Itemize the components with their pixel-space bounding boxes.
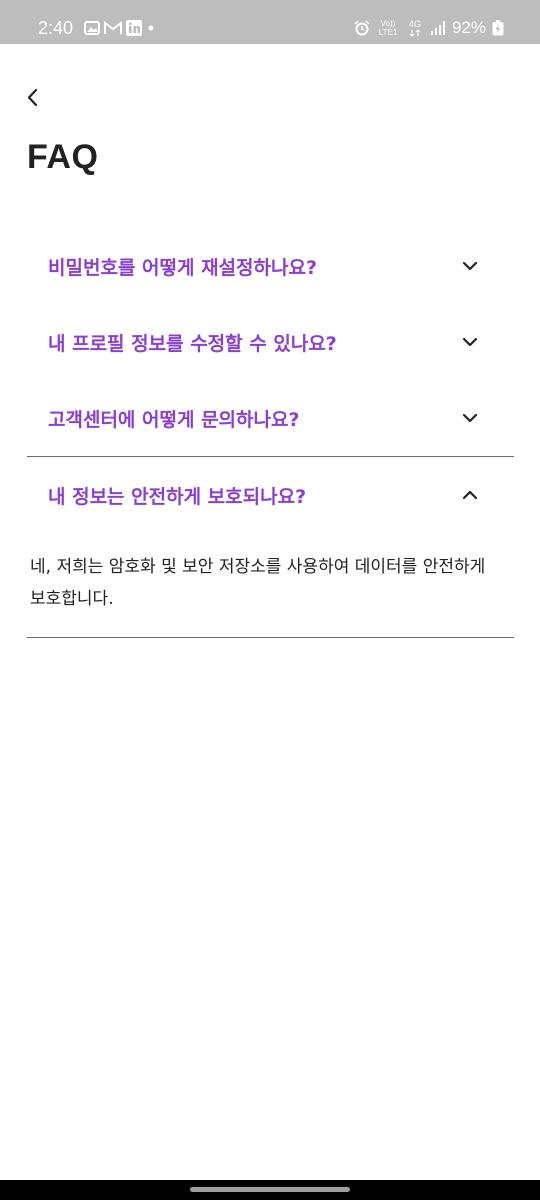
- volte-icon: Vo)) LTE1: [379, 19, 398, 37]
- lte-text: LTE1: [379, 28, 398, 37]
- gmail-icon: [104, 21, 122, 34]
- chevron-down-icon: [462, 261, 478, 271]
- faq-question-text: 내 프로필 정보를 수정할 수 있나요?: [48, 332, 337, 355]
- faq-item: 고객센터에 어떻게 문의하나요?: [27, 380, 514, 456]
- faq-question-text: 비밀번호를 어떻게 재설정하나요?: [48, 256, 317, 279]
- faq-item: 비밀번호를 어떻게 재설정하나요?: [27, 228, 514, 304]
- battery-icon: [492, 20, 504, 36]
- faq-list: 비밀번호를 어떻게 재설정하나요? 내 프로필 정보를 수정할 수 있나요? 고…: [27, 228, 514, 638]
- page-title: FAQ: [27, 138, 99, 176]
- chevron-down-icon: [462, 337, 478, 347]
- alarm-icon: [354, 20, 370, 36]
- status-time: 2:40: [38, 18, 74, 38]
- faq-question-header[interactable]: 내 정보는 안전하게 보호되나요?: [27, 457, 514, 533]
- faq-question-header[interactable]: 비밀번호를 어떻게 재설정하나요?: [27, 228, 514, 304]
- status-system-icons: Vo)) LTE1 4G 92%: [354, 18, 504, 38]
- faq-question-text: 내 정보는 안전하게 보호되나요?: [48, 485, 307, 508]
- chevron-down-icon: [462, 413, 478, 423]
- faq-item: 내 프로필 정보를 수정할 수 있나요?: [27, 304, 514, 380]
- signal-icon: [430, 21, 445, 35]
- home-indicator[interactable]: [190, 1187, 350, 1192]
- back-button[interactable]: [20, 84, 48, 112]
- gallery-icon: [84, 21, 100, 35]
- faq-question-header[interactable]: 내 프로필 정보를 수정할 수 있나요?: [27, 304, 514, 380]
- faq-question-header[interactable]: 고객센터에 어떻게 문의하나요?: [27, 380, 514, 456]
- linkedin-icon: [126, 20, 142, 36]
- volte-text: Vo)): [381, 19, 396, 28]
- chevron-left-icon: [27, 88, 38, 107]
- faq-divider: [27, 637, 514, 638]
- faq-question-text: 고객센터에 어떻게 문의하나요?: [48, 408, 300, 431]
- faq-answer-text: 네, 저희는 암호화 및 보안 저장소를 사용하여 데이터를 안전하게 보호합니…: [30, 557, 486, 609]
- dot-icon: [148, 25, 154, 31]
- navigation-bar: [0, 1180, 540, 1200]
- network-4g-icon: 4G: [409, 19, 421, 37]
- status-notification-icons: [84, 20, 156, 36]
- status-bar: 2:40 Vo)) LTE1 4G 92%: [0, 0, 540, 44]
- network-text: 4G: [409, 19, 421, 29]
- chevron-up-icon: [462, 490, 478, 500]
- faq-item-expanded: 내 정보는 안전하게 보호되나요? 네, 저희는 암호화 및 보안 저장소를 사…: [27, 457, 514, 637]
- battery-percentage: 92%: [451, 18, 486, 37]
